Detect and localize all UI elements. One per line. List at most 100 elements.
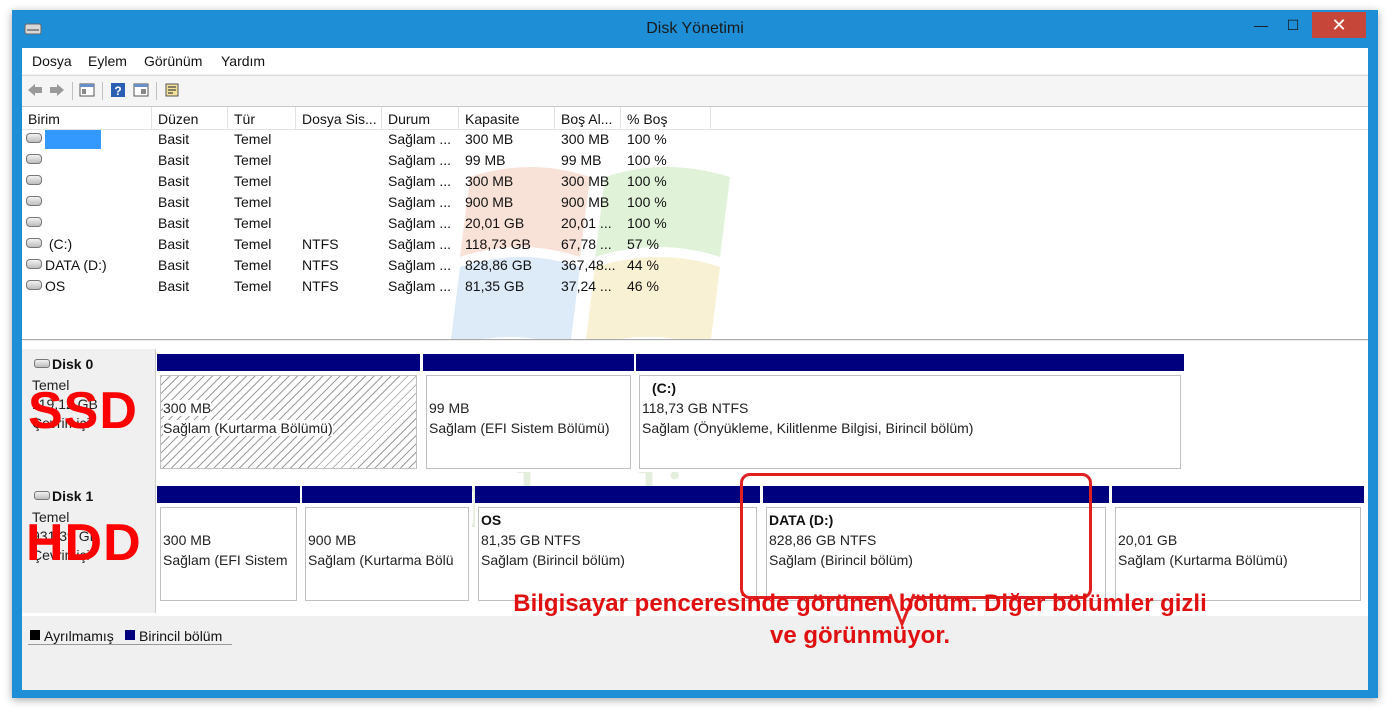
- back-icon[interactable]: [26, 81, 44, 99]
- volume-row[interactable]: Basit Temel Sağlam ... 20,01 GB 20,01 ..…: [22, 213, 1368, 234]
- maximize-button[interactable]: ☐: [1278, 12, 1308, 38]
- volume-row[interactable]: (C:) Basit Temel NTFS Sağlam ... 118,73 …: [22, 234, 1368, 255]
- col-header-capacity[interactable]: Kapasite: [459, 107, 555, 129]
- type-cell: Temel: [234, 215, 272, 231]
- properties-icon[interactable]: [132, 81, 150, 99]
- col-header-filesystem[interactable]: Dosya Sis...: [296, 107, 382, 129]
- partition[interactable]: OS 81,35 GB NTFS Sağlam (Birincil bölüm): [475, 486, 760, 604]
- percent-free-cell: 100 %: [627, 215, 667, 231]
- filesystem-cell: NTFS: [302, 236, 339, 252]
- volume-row[interactable]: OS Basit Temel NTFS Sağlam ... 81,35 GB …: [22, 276, 1368, 297]
- col-header-percent-free[interactable]: % Boş: [621, 107, 711, 129]
- menu-help[interactable]: Yardım: [221, 53, 265, 69]
- partition-size: 81,35 GB NTFS: [481, 532, 581, 548]
- free-space-cell: 20,01 ...: [561, 215, 612, 231]
- volume-icon: [26, 154, 42, 165]
- volume-row[interactable]: Basit Temel Sağlam ... 300 MB 300 MB 100…: [22, 171, 1368, 192]
- type-cell: Temel: [234, 236, 272, 252]
- free-space-cell: 300 MB: [561, 131, 610, 147]
- col-header-status[interactable]: Durum: [382, 107, 459, 129]
- disk-1-label[interactable]: Disk 1 Temel 931,39 GB Çevrimiçi HDD: [22, 481, 156, 613]
- partition[interactable]: (C:) 118,73 GB NTFS Sağlam (Önyükleme, K…: [636, 354, 1184, 472]
- volume-name-cell: [22, 129, 152, 150]
- toolbar-separator: [156, 82, 157, 100]
- volume-row[interactable]: Basit Temel Sağlam ... 300 MB 300 MB 100…: [22, 129, 1368, 150]
- partition-status: Sağlam (Kurtarma Bölü: [308, 552, 454, 568]
- capacity-cell: 118,73 GB: [465, 236, 531, 252]
- annotation-line-2: ve görünmüyor.: [769, 622, 951, 649]
- window-title: Disk Yönetimi: [646, 20, 744, 37]
- annotation-text: Bilgisayar penceresinde görünen bölüm. D…: [440, 588, 1280, 652]
- partition-status: Sağlam (Kurtarma Bölümü): [1118, 552, 1288, 568]
- partition[interactable]: 20,01 GB Sağlam (Kurtarma Bölümü): [1112, 486, 1364, 604]
- legend-unallocated: Ayrılmamış: [44, 628, 114, 644]
- disk-name: Disk 0: [52, 356, 94, 372]
- free-space-cell: 37,24 ...: [561, 278, 612, 294]
- svg-text:?: ?: [114, 84, 121, 98]
- free-space-cell: 67,78 ...: [561, 236, 612, 252]
- free-space-cell: 300 MB: [561, 173, 610, 189]
- capacity-cell: 828,86 GB: [465, 257, 532, 273]
- partition-size: 118,73 GB NTFS: [642, 400, 749, 416]
- disk-0-label[interactable]: Disk 0 Temel 119,12 GB Çevrimiçi SSD: [22, 349, 156, 481]
- partition-status: Sağlam (Birincil bölüm): [481, 552, 625, 568]
- partition-status: Sağlam (EFI Sistem: [163, 552, 288, 568]
- primary-partition-bar: [157, 486, 300, 503]
- disk-name: Disk 1: [52, 488, 94, 504]
- status-cell: Sağlam ...: [388, 215, 452, 231]
- capacity-cell: 99 MB: [465, 152, 506, 168]
- selected-volume-name: [45, 129, 101, 149]
- volume-name-cell: [22, 192, 152, 213]
- legend: Ayrılmamış Birincil bölüm: [28, 628, 232, 645]
- partition[interactable]: 300 MB Sağlam (Kurtarma Bölümü): [157, 354, 420, 472]
- partition[interactable]: 900 MB Sağlam (Kurtarma Bölü: [302, 486, 472, 604]
- capacity-cell: 900 MB: [465, 194, 514, 210]
- col-header-type[interactable]: Tür: [228, 107, 296, 129]
- volume-icon: [26, 238, 42, 249]
- free-space-cell: 99 MB: [561, 152, 602, 168]
- partition-size: 900 MB: [308, 532, 357, 548]
- volume-name-cell: (C:): [22, 234, 152, 255]
- volume-list: Birim Düzen Tür Dosya Sis... Durum Kapas…: [22, 107, 1368, 340]
- minimize-button[interactable]: —: [1246, 12, 1276, 38]
- toolbar-separator: [72, 82, 73, 100]
- filesystem-cell: [296, 129, 382, 150]
- partition[interactable]: 99 MB Sağlam (EFI Sistem Bölümü): [423, 354, 634, 472]
- percent-free-cell: 100 %: [627, 173, 667, 189]
- filesystem-cell: [296, 213, 382, 234]
- type-cell: Temel: [234, 257, 272, 273]
- status-cell: Sağlam ...: [388, 194, 452, 210]
- layout-cell: Basit: [158, 236, 190, 252]
- col-header-free-space[interactable]: Boş Al...: [555, 107, 621, 129]
- volume-name-cell: DATA (D:): [22, 255, 152, 276]
- capacity-cell: 300 MB: [465, 173, 514, 189]
- settings-icon[interactable]: [163, 81, 181, 99]
- free-space-cell: 367,48...: [561, 257, 616, 273]
- data-partition-highlight: [740, 473, 1092, 599]
- status-cell: Sağlam ...: [388, 257, 452, 273]
- primary-partition-bar: [423, 354, 634, 371]
- close-button[interactable]: ✕: [1312, 12, 1366, 38]
- volume-row[interactable]: Basit Temel Sağlam ... 900 MB 900 MB 100…: [22, 192, 1368, 213]
- menu-file[interactable]: Dosya: [32, 53, 72, 69]
- partition[interactable]: 300 MB Sağlam (EFI Sistem: [157, 486, 300, 604]
- percent-free-cell: 57 %: [627, 236, 659, 252]
- primary-partition-bar: [1112, 486, 1364, 503]
- help-icon[interactable]: ?: [109, 81, 127, 99]
- forward-icon[interactable]: [48, 81, 66, 99]
- menu-action[interactable]: Eylem: [88, 53, 127, 69]
- console-icon[interactable]: [78, 81, 96, 99]
- volume-row[interactable]: DATA (D:) Basit Temel NTFS Sağlam ... 82…: [22, 255, 1368, 276]
- volume-list-header: Birim Düzen Tür Dosya Sis... Durum Kapas…: [22, 107, 1368, 130]
- filesystem-cell: NTFS: [302, 278, 339, 294]
- col-header-layout[interactable]: Düzen: [152, 107, 228, 129]
- col-header-volume[interactable]: Birim: [22, 107, 152, 129]
- layout-cell: Basit: [158, 131, 190, 147]
- volume-name-cell: [22, 171, 152, 192]
- volume-row[interactable]: Basit Temel Sağlam ... 99 MB 99 MB 100 %: [22, 150, 1368, 171]
- menu-view[interactable]: Görünüm: [144, 53, 202, 69]
- annotation-line-1: Bilgisayar penceresinde görünen bölüm. D…: [513, 590, 1207, 617]
- partition-title: (C:): [652, 380, 677, 396]
- primary-partition-bar: [302, 486, 472, 503]
- title-bar[interactable]: Disk Yönetimi — ☐ ✕: [12, 10, 1378, 48]
